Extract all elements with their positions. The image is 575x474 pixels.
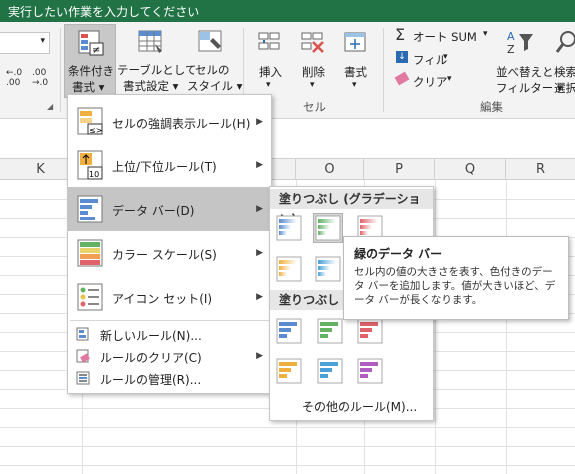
grid-col-line [435, 180, 436, 474]
highlight-cells-icon: ≤> [77, 107, 103, 135]
icon-sets-icon [77, 283, 103, 311]
gradient-blue-data-bar[interactable] [275, 214, 303, 242]
chevron-down-icon: ▾ [40, 36, 45, 46]
color-scales-icon [77, 239, 103, 267]
dialog-launcher-icon[interactable]: ◢ [47, 102, 53, 111]
data-bars-icon [77, 195, 103, 223]
gradient-orange-data-bar[interactable] [275, 255, 303, 283]
delete-cells-icon [301, 32, 324, 53]
autosum-button[interactable]: Σ オート SUM ▾ [393, 25, 493, 45]
editing-group-label: 編集 [480, 100, 503, 114]
solid-purple-data-bar[interactable] [356, 357, 384, 385]
top-bottom-rules-icon: 10 [77, 150, 103, 180]
grid-col-line [506, 180, 507, 474]
increase-decimal-button[interactable]: ←.0 .00 [6, 68, 28, 88]
solid-blue-data-bar[interactable] [275, 317, 303, 345]
svg-text:A: A [507, 30, 515, 43]
menu-item-data-bars[interactable]: データ バー(D) ▶ [68, 187, 271, 231]
sigma-icon: Σ [395, 25, 406, 44]
lightblue-data-bar-icon [315, 256, 341, 282]
solid-lightblue-data-bar[interactable] [316, 357, 344, 385]
menu-item-highlight-cells-rules[interactable]: ≤> セルの強調表示ルール(H) ▶ [68, 101, 271, 143]
green-data-bar-icon [317, 318, 343, 344]
svg-text:10: 10 [89, 170, 99, 179]
menu-item-clear-rules[interactable]: ルールのクリア(C) ▶ [68, 345, 271, 367]
insert-cells-button[interactable]: 挿入 ▾ [250, 24, 290, 98]
grid-row-line [0, 465, 575, 466]
menu-item-new-rule[interactable]: 新しいルール(N)... [68, 323, 271, 345]
svg-text:Z: Z [507, 43, 515, 56]
lightblue-data-bar-icon [317, 358, 343, 384]
insert-cells-icon [258, 32, 280, 50]
tooltip-description: セル内の値の大きさを表す、色付きのデータ バーを追加します。値が大きいほど、デー… [354, 266, 556, 306]
format-cells-icon [344, 32, 366, 52]
cell-styles-icon [198, 30, 222, 52]
new-rule-icon [76, 327, 89, 341]
sort-filter-button[interactable]: A Z 並べ替えと フィルター ▾ [493, 24, 563, 98]
clear-rules-icon [76, 349, 90, 363]
conditional-formatting-button[interactable]: ≠ 条件付き 書式 ▾ [64, 24, 116, 98]
conditional-formatting-menu: ≤> セルの強調表示ルール(H) ▶ 10 上位/下位ルール(T) ▶ データ … [67, 94, 272, 394]
green-data-bar-icon [315, 215, 341, 241]
fill-down-icon: ↓ [396, 51, 408, 63]
svg-text:≤>: ≤> [89, 126, 102, 135]
delete-cells-button[interactable]: 削除 ▾ [292, 24, 334, 98]
tooltip-title: 緑のデータ バー [354, 247, 443, 261]
solid-red-data-bar[interactable] [356, 317, 384, 345]
menu-item-manage-rules[interactable]: ルールの管理(R)... [68, 367, 271, 389]
number-format-dropdown[interactable]: ▾ [0, 32, 50, 54]
cell-styles-button[interactable]: セルの スタイル ▾ [186, 24, 242, 98]
format-as-table-icon [138, 30, 162, 53]
grid-row-line [0, 427, 575, 428]
find-select-button[interactable]: 検索 選択 [552, 24, 575, 98]
menu-divider [70, 320, 269, 321]
gradient-lightblue-data-bar[interactable] [314, 255, 342, 283]
eraser-icon [394, 71, 410, 86]
menu-item-icon-sets[interactable]: アイコン セット(I) ▶ [68, 275, 271, 319]
grid-row-line [0, 446, 575, 447]
title-bar: 実行したい作業を入力してください [0, 0, 575, 22]
gradient-green-data-bar[interactable] [313, 213, 343, 243]
orange-data-bar-icon [276, 358, 302, 384]
data-bar-tooltip: 緑のデータ バー セル内の値の大きさを表す、色付きのデータ バーを追加します。値… [343, 236, 569, 320]
clear-button[interactable]: クリア ▾ [393, 71, 457, 90]
gradient-fill-header: 塗りつぶし (グラデーション) [270, 189, 433, 226]
svg-text:≠: ≠ [92, 45, 100, 56]
red-data-bar-icon [357, 318, 383, 344]
conditional-formatting-icon: ≠ [78, 30, 104, 56]
sort-filter-icon: A Z [507, 30, 533, 56]
manage-rules-icon [76, 371, 90, 385]
solid-green-data-bar[interactable] [316, 317, 344, 345]
purple-data-bar-icon [357, 358, 383, 384]
magnifier-icon [556, 31, 575, 53]
solid-orange-data-bar[interactable] [275, 357, 303, 385]
menu-item-color-scales[interactable]: カラー スケール(S) ▶ [68, 231, 271, 275]
tell-me-search[interactable]: 実行したい作業を入力してください [8, 3, 199, 20]
format-cells-button[interactable]: 書式 ▾ [336, 24, 376, 98]
cells-group-label: セル [303, 100, 326, 114]
decrease-decimal-button[interactable]: .00 →.0 [32, 68, 54, 88]
blue-data-bar-icon [276, 318, 302, 344]
blue-data-bar-icon [276, 215, 302, 241]
more-rules-link[interactable]: その他のルール(M)... [270, 395, 433, 417]
menu-item-top-bottom-rules[interactable]: 10 上位/下位ルール(T) ▶ [68, 143, 271, 187]
orange-data-bar-icon [276, 256, 302, 282]
fill-button[interactable]: ↓ フィル ▾ [393, 50, 453, 68]
format-as-table-button[interactable]: テーブルとして 書式設定 ▾ [117, 24, 196, 98]
